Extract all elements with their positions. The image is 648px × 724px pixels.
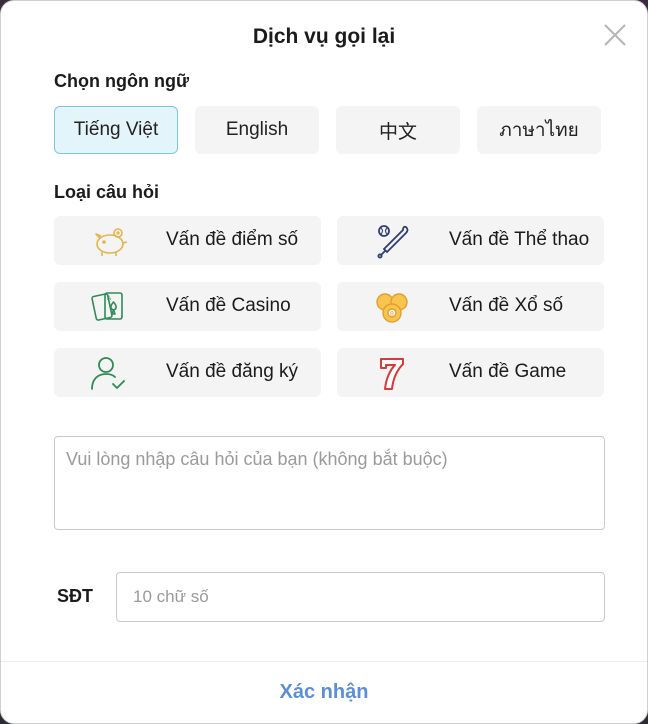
confirm-button[interactable]: Xác nhận <box>1 662 647 723</box>
language-option-chinese[interactable]: 中文 <box>336 106 460 154</box>
question-textarea-placeholder: Vui lòng nhập câu hỏi của bạn (không bắt… <box>66 449 448 469</box>
question-type-score[interactable]: Vấn đề điểm số <box>54 216 321 265</box>
slot-seven-icon <box>380 358 404 390</box>
language-section-label: Chọn ngôn ngữ <box>54 71 189 91</box>
question-type-label: Vấn đề Xổ số <box>449 295 564 316</box>
playing-cards-icon: A <box>91 292 123 321</box>
svg-text:A: A <box>107 296 111 302</box>
dialog-title: Dịch vụ gọi lại <box>252 25 396 48</box>
question-type-lottery[interactable]: 8 Vấn đề Xổ số <box>337 282 604 331</box>
question-type-casino[interactable]: A Vấn đề Casino <box>54 282 321 331</box>
close-icon[interactable] <box>601 21 629 49</box>
question-type-registration[interactable]: Vấn đề đăng ký <box>54 348 321 397</box>
lottery-balls-icon: 8 <box>376 293 408 323</box>
language-option-label: ภาษาไทย <box>499 120 579 141</box>
language-option-thai[interactable]: ภาษาไทย <box>477 106 601 154</box>
language-option-label: English <box>225 119 289 140</box>
question-type-label: Vấn đề đăng ký <box>166 361 299 382</box>
baseball-bat-icon <box>377 225 409 259</box>
confirm-button-label: Xác nhận <box>279 681 369 703</box>
question-type-label: Vấn đề điểm số <box>166 229 299 250</box>
svg-text:8: 8 <box>390 311 394 318</box>
language-option-label: Tiếng Việt <box>73 119 159 140</box>
language-option-vietnamese[interactable]: Tiếng Việt <box>54 106 178 154</box>
question-textarea[interactable]: Vui lòng nhập câu hỏi của bạn (không bắt… <box>54 436 605 530</box>
user-check-icon <box>91 357 125 390</box>
question-type-label: Vấn đề Casino <box>166 295 291 316</box>
question-type-label: Vấn đề Thể thao <box>449 229 590 250</box>
question-section-label: Loại câu hỏi <box>54 182 160 202</box>
phone-input[interactable]: 10 chữ số <box>116 572 605 622</box>
question-type-label: Vấn đề Game <box>449 361 567 382</box>
question-type-game[interactable]: Vấn đề Game <box>337 348 604 397</box>
phone-label: SĐT <box>57 586 93 606</box>
phone-input-placeholder: 10 chữ số <box>133 587 209 606</box>
callback-dialog: Dịch vụ gọi lại Chọn ngôn ngữ Tiếng Việt… <box>0 0 648 724</box>
language-option-label: 中文 <box>378 121 417 143</box>
piggy-bank-icon <box>95 228 128 256</box>
language-option-english[interactable]: English <box>195 106 319 154</box>
question-type-sports[interactable]: Vấn đề Thể thao <box>337 216 604 265</box>
